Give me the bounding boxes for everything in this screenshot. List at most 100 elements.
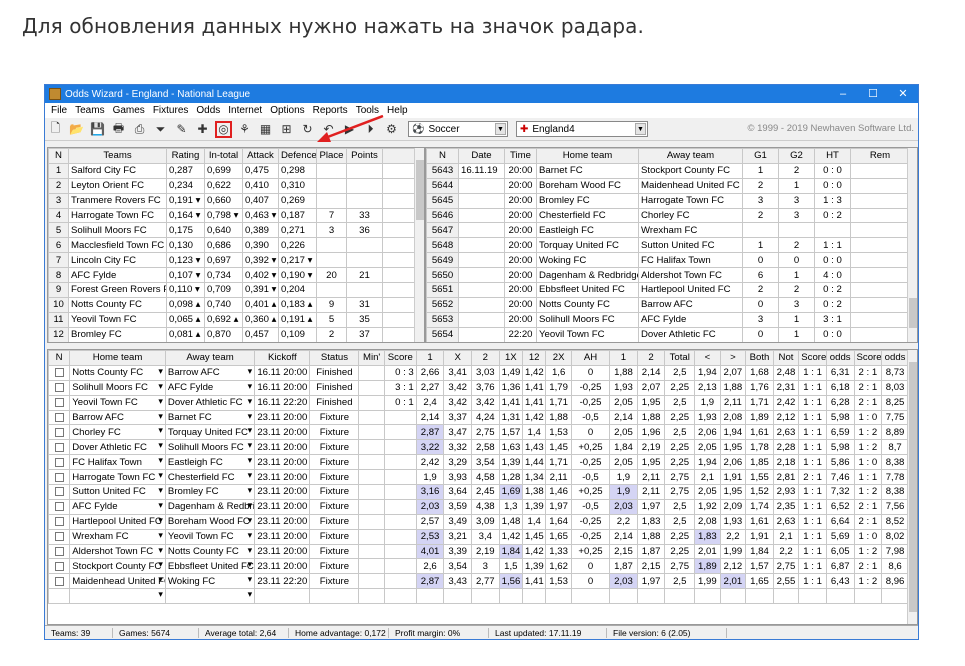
teams-col-header[interactable]: N [48,148,69,164]
filter-icon[interactable]: ⏷ [152,121,169,138]
teams-table-row[interactable]: 8 AFC Fylde 0,107 ▾ 0,734 0,402 ▾ 0,190 ▾ 20 21 [48,267,417,284]
home-team-select[interactable]: Harrogate Town FC [69,469,166,486]
away-team-select[interactable]: Yeovil Town FC [164,528,256,545]
new-icon[interactable]: 🗋 [47,121,64,138]
away-team-select[interactable]: Barrow AFC [164,364,256,381]
row-checkbox[interactable] [54,532,64,542]
away-team-select[interactable]: Woking FC [164,573,256,590]
fixtures-col-header[interactable]: Kickoff [254,350,311,366]
row-checkbox[interactable] [54,457,64,467]
fixtures-table-row[interactable]: Stockport County FCEbbsfleet United FC23… [48,558,909,575]
fixtures-table-row[interactable]: Harrogate Town FCChesterfield FC23.11 20… [48,469,909,486]
fixtures-col-header[interactable]: Both [745,350,774,366]
fixtures-table-row[interactable]: Chorley FCTorquay United FC23.11 20:00Fi… [48,424,909,441]
teams-scrollbar[interactable] [414,148,424,342]
fixtures-table-row[interactable]: Hartlepool United FCBoreham Wood FC23.11… [48,513,909,530]
save-icon[interactable]: 💾 [89,121,106,138]
fixtures-scrollbar[interactable] [907,350,917,624]
fixtures-col-header[interactable]: 2 [471,350,500,366]
calendar-icon[interactable]: ▦ [257,121,274,138]
row-checkbox[interactable] [54,412,64,422]
fixtures-col-header[interactable]: 12 [521,350,547,366]
home-team-select[interactable]: Stockport County FC [69,558,166,575]
minimize-button[interactable]: – [828,85,858,103]
fixtures-col-header[interactable]: Score [853,350,883,366]
results-table-row[interactable]: 5650 20:00 Dagenham & Redbridge Aldershot T… [426,267,910,284]
fixtures-col-header[interactable]: 2X [545,350,572,366]
away-team-select[interactable]: Dagenham & Redbridge [164,498,256,515]
home-team-select[interactable]: Dover Athletic FC [69,439,166,456]
results-col-header[interactable]: Away team [638,148,743,164]
league-select[interactable]: ✚ England4 ▼ [516,121,648,137]
row-checkbox[interactable] [54,442,64,452]
fixtures-col-header[interactable]: Score [798,350,827,366]
menu-item-fixtures[interactable]: Fixtures [149,105,193,116]
results-col-header[interactable]: Time [504,148,537,164]
row-checkbox-cell[interactable] [48,424,71,441]
home-team-select[interactable]: Hartlepool United FC [69,513,166,530]
fixtures-table-row[interactable]: Wrexham FCYeovil Town FC23.11 20:00Fixtu… [48,528,909,545]
row-checkbox-cell[interactable] [48,558,71,575]
fixtures-col-header[interactable]: Total [664,350,696,366]
row-checkbox-cell[interactable] [48,379,71,396]
teams-table-row[interactable]: 11 Yeovil Town FC 0,065 ▴ 0,692 ▴ 0,360 ▴ 0,1… [48,311,417,328]
row-checkbox-cell[interactable] [48,409,71,426]
away-team-select[interactable]: Notts County FC [164,543,256,560]
fixtures-col-header[interactable]: 1 [415,350,445,366]
results-table-row[interactable]: 5646 20:00 Chesterfield FC Chorley FC 2 3 0 : … [426,207,910,224]
fixtures-table-row[interactable]: Notts County FCBarrow AFC16.11 20:00Fini… [48,364,909,381]
row-checkbox-cell[interactable] [48,439,71,456]
teams-col-header[interactable]: Points [346,148,383,164]
row-checkbox-cell[interactable] [48,454,71,471]
fixtures-new-row[interactable] [48,588,909,605]
results-col-header[interactable]: Rem [850,148,910,164]
fixtures-col-header[interactable]: 1 [609,350,638,366]
teams-col-header[interactable]: Attack [242,148,279,164]
teams-table-row[interactable]: 3 Tranmere Rovers FC 0,191 ▾ 0,660 0,407 0,26… [48,192,417,209]
fixtures-col-header[interactable]: < [694,350,721,366]
fixtures-col-header[interactable]: odds [881,350,909,366]
home-team-select[interactable]: Chorley FC [69,424,166,441]
teams-table-row[interactable]: 6 Macclesfield Town FC 0,130 0,686 0,390 0,22… [48,237,417,254]
home-team-select[interactable]: Maidenhead United FC [69,573,166,590]
results-table-row[interactable]: 5649 20:00 Woking FC FC Halifax Town 0 0 0 : 0 [426,252,910,269]
home-team-select[interactable]: Aldershot Town FC [69,543,166,560]
home-team-select[interactable]: Barrow AFC [69,409,166,426]
home-team-select[interactable]: Wrexham FC [69,528,166,545]
teams-col-header[interactable]: Teams [68,148,167,164]
open-icon[interactable]: 📂 [68,121,85,138]
add-icon[interactable]: ✚ [194,121,211,138]
fixtures-table-row[interactable]: Yeovil Town FCDover Athletic FC16.11 22:… [48,394,909,411]
menu-item-file[interactable]: File [47,105,71,116]
results-col-header[interactable]: HT [814,148,851,164]
teams-table-row[interactable]: 7 Lincoln City FC 0,123 ▾ 0,697 0,392 ▾ 0,217… [48,252,417,269]
row-checkbox[interactable] [54,576,64,586]
fixtures-col-header[interactable]: Home team [69,350,166,366]
fixtures-col-header[interactable]: Not [772,350,800,366]
row-checkbox-cell[interactable] [48,528,71,545]
menu-item-options[interactable]: Options [266,105,308,116]
fixtures-col-header[interactable]: Score [383,350,417,366]
teams-table-row[interactable]: 5 Solihull Moors FC 0,175 0,640 0,389 0,271 3 3… [48,222,417,239]
row-checkbox[interactable] [54,546,64,556]
fixtures-table-row[interactable]: Aldershot Town FCNotts County FC23.11 20… [48,543,909,560]
row-checkbox[interactable] [54,472,64,482]
row-checkbox[interactable] [54,517,64,527]
fixtures-table-row[interactable]: Solihull Moors FCAFC Fylde16.11 20:00Fin… [48,379,909,396]
results-col-header[interactable]: Date [458,148,505,164]
home-team-select[interactable]: Yeovil Town FC [69,394,166,411]
fixtures-col-header[interactable]: Min' [358,350,385,366]
away-team-select[interactable]: Solihull Moors FC [164,439,256,456]
teams-table-row[interactable]: 9 Forest Green Rovers FC 0,110 ▾ 0,709 0,391… [48,282,417,298]
results-table-row[interactable]: 5644 20:00 Boreham Wood FC Maidenhead Unite… [426,177,910,194]
home-team-select[interactable]: Notts County FC [69,364,166,381]
report-icon[interactable]: ⎙ [131,121,148,138]
maximize-button[interactable]: ☐ [858,85,888,103]
fixtures-col-header[interactable]: Away team [164,350,256,366]
teams-table-row[interactable]: 1 Salford City FC 0,287 0,699 0,475 0,298 [48,162,417,179]
row-checkbox-cell[interactable] [48,469,71,486]
teams-col-header[interactable]: Rating [166,148,205,164]
fixtures-table-row[interactable]: Maidenhead United FCWoking FC23.11 22:20… [48,573,909,590]
results-table-row[interactable]: 5647 20:00 Eastleigh FC Wrexham FC [426,222,910,239]
chart-icon[interactable]: ⚘ [236,121,253,138]
